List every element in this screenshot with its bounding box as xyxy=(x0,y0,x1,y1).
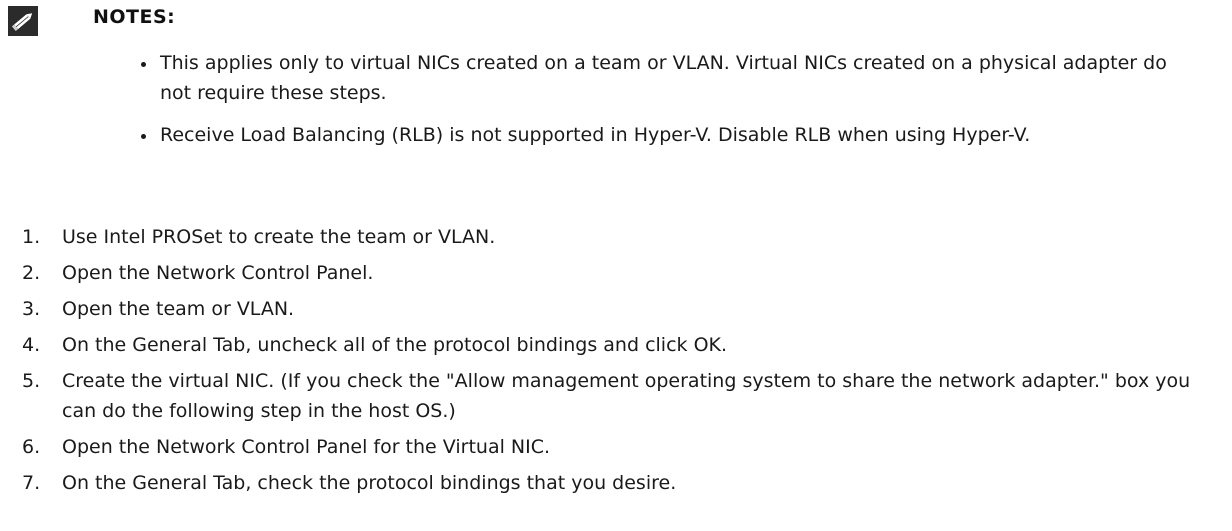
step-item: 2. Open the Network Control Panel. xyxy=(22,258,1202,288)
step-text: Open the Network Control Panel. xyxy=(62,262,374,284)
step-text: Open the team or VLAN. xyxy=(62,298,295,320)
step-text: Open the Network Control Panel for the V… xyxy=(62,436,551,458)
step-item: 1. Use Intel PROSet to create the team o… xyxy=(22,222,1202,252)
step-number: 7. xyxy=(22,472,41,494)
notes-list: This applies only to virtual NICs create… xyxy=(140,48,1200,162)
note-item: Receive Load Balancing (RLB) is not supp… xyxy=(140,120,1200,150)
step-number: 6. xyxy=(22,436,41,458)
step-number: 3. xyxy=(22,298,41,320)
step-item: 3. Open the team or VLAN. xyxy=(22,294,1202,324)
step-text: Use Intel PROSet to create the team or V… xyxy=(62,226,496,248)
step-number: 5. xyxy=(22,370,41,392)
step-item: 6. Open the Network Control Panel for th… xyxy=(22,432,1202,462)
note-text: This applies only to virtual NICs create… xyxy=(160,52,1167,104)
pencil-icon xyxy=(8,6,38,36)
step-number: 4. xyxy=(22,334,41,356)
bullet-icon xyxy=(141,134,146,139)
step-number: 1. xyxy=(22,226,41,248)
note-item: This applies only to virtual NICs create… xyxy=(140,48,1200,108)
step-item: 4. On the General Tab, uncheck all of th… xyxy=(22,330,1202,360)
note-text: Receive Load Balancing (RLB) is not supp… xyxy=(160,124,1031,146)
step-text: Create the virtual NIC. (If you check th… xyxy=(62,370,1191,422)
step-item: 5. Create the virtual NIC. (If you check… xyxy=(22,366,1202,426)
step-number: 2. xyxy=(22,262,41,284)
step-text: On the General Tab, uncheck all of the p… xyxy=(62,334,728,356)
step-text: On the General Tab, check the protocol b… xyxy=(62,472,677,494)
bullet-icon xyxy=(141,62,146,67)
notes-heading: NOTES: xyxy=(93,6,176,28)
step-item: 7. On the General Tab, check the protoco… xyxy=(22,468,1202,498)
steps-list: 1. Use Intel PROSet to create the team o… xyxy=(22,222,1202,504)
